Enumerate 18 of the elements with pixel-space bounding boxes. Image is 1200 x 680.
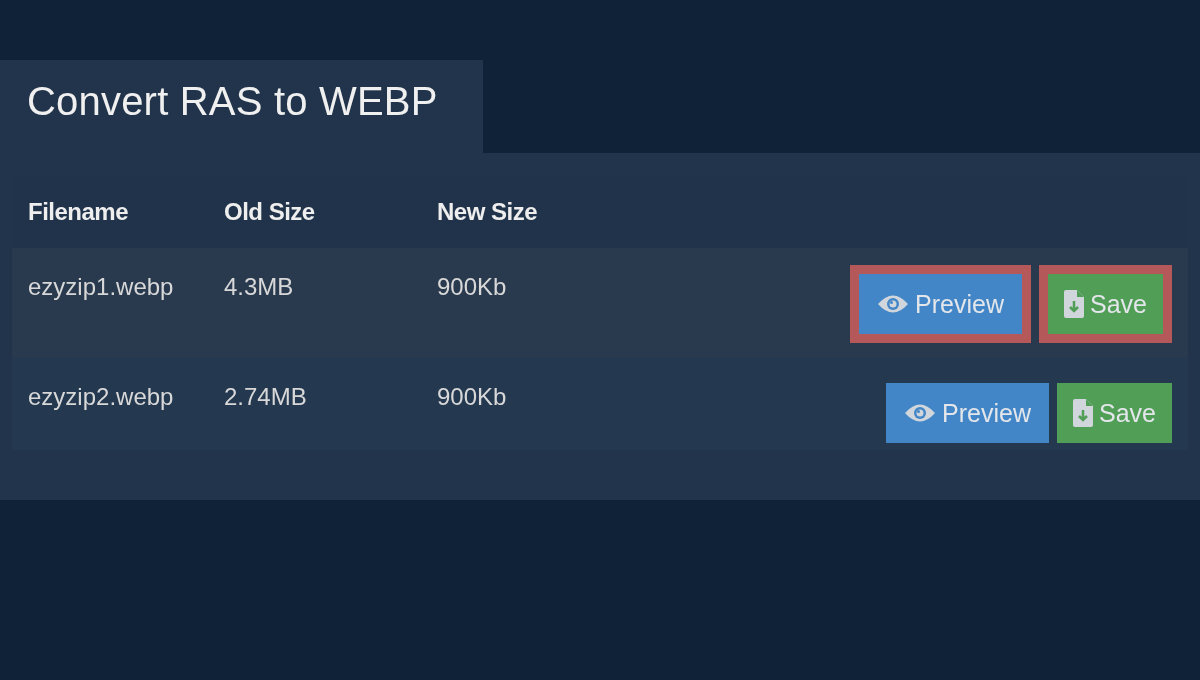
old-size-cell-text: 4.3MB — [224, 272, 295, 301]
save-button[interactable]: Save — [1057, 383, 1172, 443]
new-size-cell-text: 900Kb — [437, 272, 508, 301]
eye-icon — [904, 402, 937, 424]
preview-button[interactable]: Preview — [859, 274, 1022, 334]
column-header: Filename — [28, 198, 130, 226]
column-header: Old Size — [224, 198, 316, 226]
save-button[interactable]: Save — [1048, 274, 1163, 334]
column-header: New Size — [437, 198, 539, 226]
filename-cell-text: ezyzip1.webp — [28, 272, 175, 301]
filename-cell-text: ezyzip2.webp — [28, 382, 175, 411]
page-title: Convert RAS to WEBP — [27, 79, 438, 124]
file-download-icon — [1073, 399, 1093, 427]
old-size-cell-text: 2.74MB — [224, 382, 308, 411]
eye-icon — [877, 293, 910, 315]
file-download-icon — [1064, 290, 1084, 318]
new-size-cell-text: 900Kb — [437, 382, 508, 411]
preview-button[interactable]: Preview — [886, 383, 1049, 443]
